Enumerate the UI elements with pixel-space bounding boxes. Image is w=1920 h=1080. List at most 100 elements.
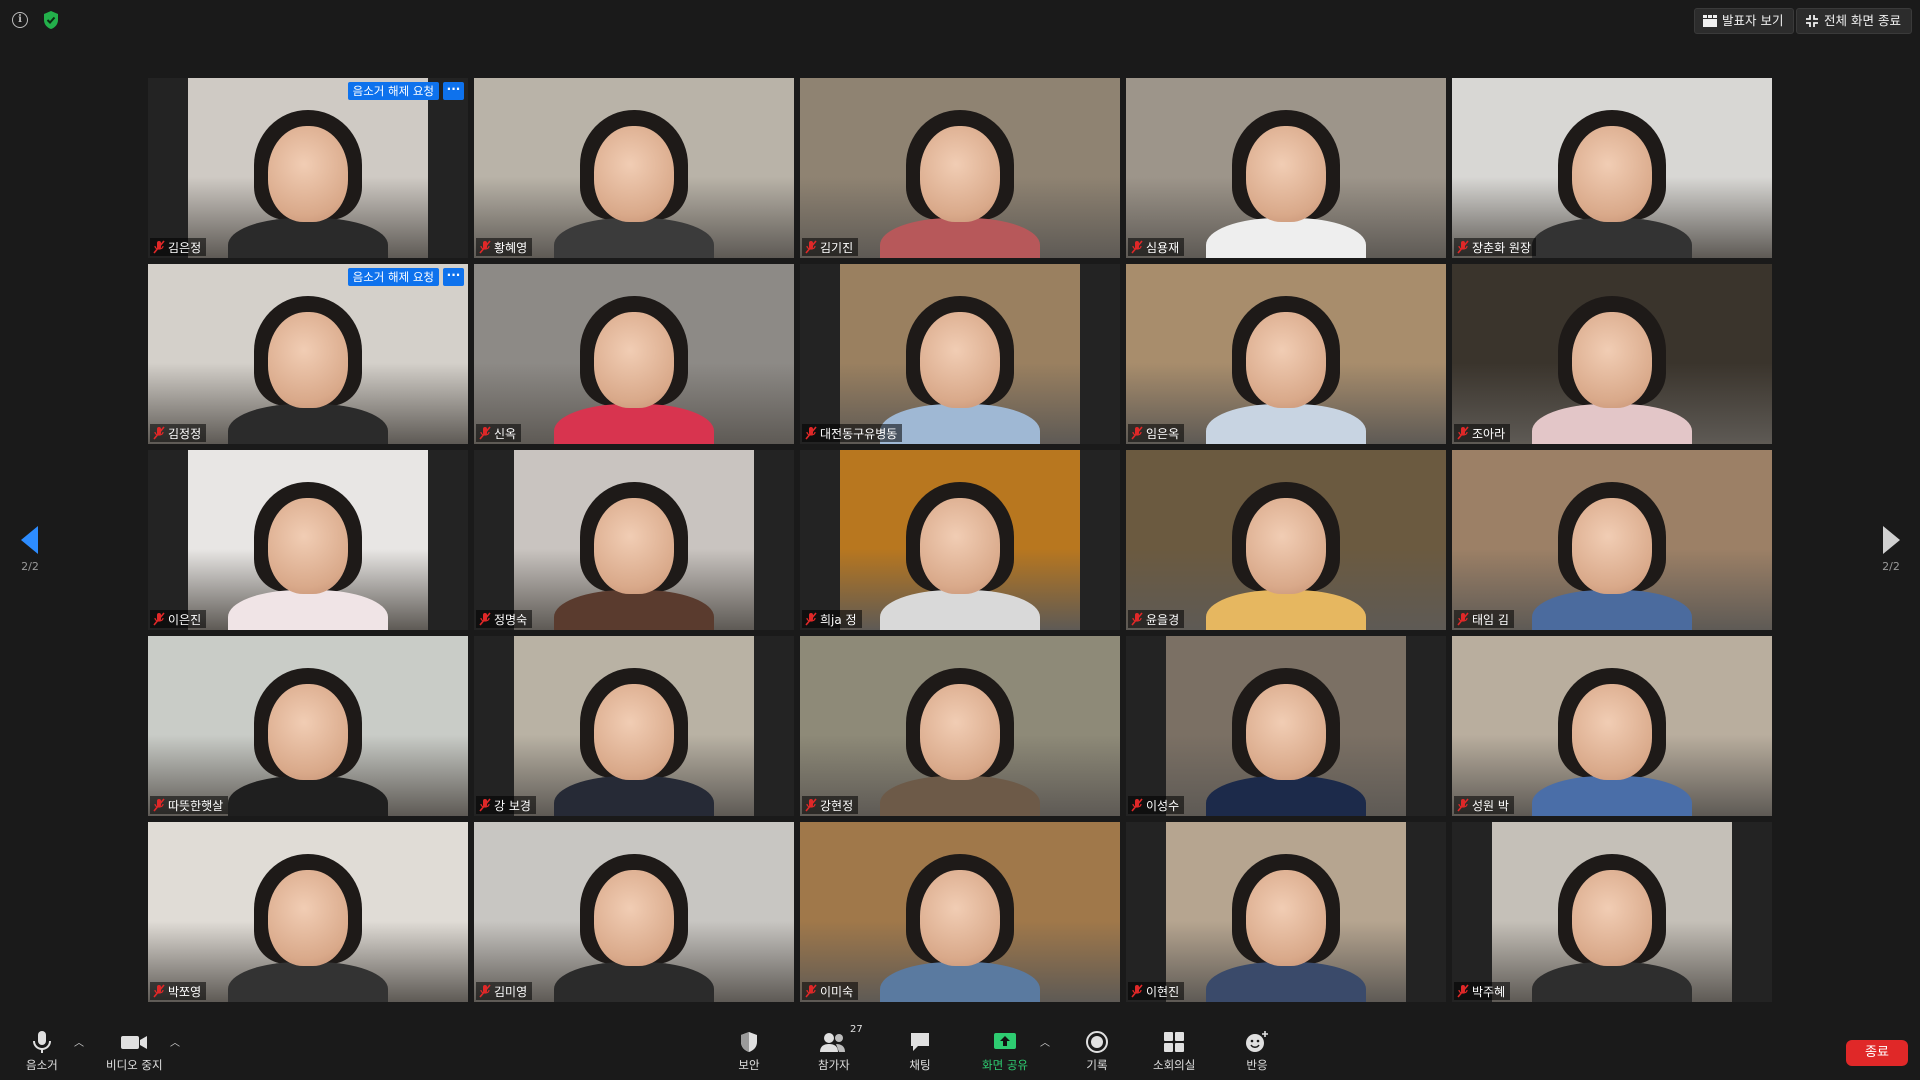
- participant-tile[interactable]: 강 보경: [474, 636, 794, 816]
- person-body: [1532, 962, 1692, 1002]
- participant-tile[interactable]: 김기진: [800, 78, 1120, 258]
- participant-tile[interactable]: 윤을경: [1126, 450, 1446, 630]
- participant-name: 이미숙: [820, 984, 854, 999]
- participant-tile[interactable]: 조아라: [1452, 264, 1772, 444]
- participant-tile[interactable]: 김미영: [474, 822, 794, 1002]
- participant-tile[interactable]: 김은정 음소거 해제 요청 ···: [148, 78, 468, 258]
- record-icon: [1086, 1031, 1108, 1053]
- participant-name: 김은정: [168, 240, 202, 255]
- end-meeting-button[interactable]: 종료: [1846, 1040, 1908, 1066]
- participant-tile[interactable]: 장춘화 원장: [1452, 78, 1772, 258]
- participant-name-label: 황혜영: [476, 238, 533, 256]
- chat-button[interactable]: 채팅: [908, 1030, 932, 1076]
- share-options-caret[interactable]: ︿: [1040, 1034, 1050, 1049]
- participant-video: [1126, 78, 1446, 258]
- participant-tile[interactable]: 황혜영: [474, 78, 794, 258]
- person-body: [1532, 776, 1692, 816]
- more-options-button[interactable]: ···: [443, 82, 464, 100]
- exit-fullscreen-button[interactable]: 전체 화면 종료: [1796, 8, 1912, 34]
- participant-tile[interactable]: 태임 김: [1452, 450, 1772, 630]
- participant-tile[interactable]: 이현진: [1126, 822, 1446, 1002]
- participant-name: 김정정: [168, 426, 202, 441]
- person-body: [880, 776, 1040, 816]
- participant-tile[interactable]: 신옥: [474, 264, 794, 444]
- mic-muted-icon: [153, 426, 165, 440]
- participant-video: [474, 78, 794, 258]
- participant-name-label: 신옥: [476, 424, 522, 442]
- person-body: [1532, 590, 1692, 630]
- participant-tile[interactable]: 대전동구유병동: [800, 264, 1120, 444]
- participant-name: 심용재: [1146, 240, 1180, 255]
- next-page-nav[interactable]: 2/2: [1871, 526, 1911, 573]
- security-button[interactable]: 보안: [738, 1030, 760, 1076]
- record-button[interactable]: 기록: [1085, 1030, 1109, 1076]
- participant-tile[interactable]: 이성수: [1126, 636, 1446, 816]
- participant-name: 임은옥: [1146, 426, 1180, 441]
- participant-name: 정명숙: [494, 612, 528, 627]
- participant-tile[interactable]: 임은옥: [1126, 264, 1446, 444]
- speaker-view-button[interactable]: 발표자 보기: [1694, 8, 1795, 34]
- mic-muted-icon: [1457, 984, 1469, 998]
- mic-muted-icon: [153, 984, 165, 998]
- participant-name: 이은진: [168, 612, 202, 627]
- stop-video-button[interactable]: 비디오 중지: [106, 1030, 163, 1076]
- person-face: [268, 126, 348, 222]
- video-options-caret[interactable]: ︿: [170, 1034, 180, 1049]
- person-body: [554, 218, 714, 258]
- mic-muted-icon: [1131, 240, 1143, 254]
- participants-button[interactable]: 참가자: [818, 1030, 850, 1076]
- mute-button[interactable]: 음소거: [26, 1030, 58, 1076]
- mic-muted-icon: [1457, 426, 1469, 440]
- participant-video: [800, 636, 1120, 816]
- participant-tile[interactable]: 강현정: [800, 636, 1120, 816]
- participant-name-label: 김은정: [150, 238, 207, 256]
- person-face: [920, 312, 1000, 408]
- unmute-request-badge[interactable]: 음소거 해제 요청: [347, 82, 439, 100]
- reactions-button[interactable]: 반응: [1244, 1030, 1270, 1076]
- participant-video: [1166, 822, 1406, 1002]
- participant-tile[interactable]: 성원 박: [1452, 636, 1772, 816]
- info-icon[interactable]: i: [12, 12, 28, 28]
- previous-page-nav[interactable]: 2/2: [10, 526, 50, 573]
- left-arrow-icon[interactable]: [21, 526, 39, 554]
- person-face: [920, 126, 1000, 222]
- breakout-rooms-button[interactable]: 소회의실: [1153, 1030, 1195, 1076]
- mic-muted-icon: [1131, 798, 1143, 812]
- breakout-rooms-icon: [1164, 1032, 1185, 1052]
- participant-tile[interactable]: 박쪼영: [148, 822, 468, 1002]
- participant-name-label: 박주혜: [1454, 982, 1511, 1000]
- encryption-shield-icon[interactable]: [42, 10, 60, 30]
- participant-name: 태임 김: [1472, 612, 1509, 627]
- participant-tile[interactable]: 정명숙: [474, 450, 794, 630]
- share-screen-button[interactable]: 화면 공유: [982, 1030, 1028, 1076]
- breakout-rooms-label: 소회의실: [1153, 1058, 1196, 1072]
- participant-video: [148, 264, 468, 444]
- participant-tile[interactable]: 박주혜: [1452, 822, 1772, 1002]
- person-face: [1246, 870, 1326, 966]
- participant-tile[interactable]: 김정정 음소거 해제 요청 ···: [148, 264, 468, 444]
- person-body: [1206, 590, 1366, 630]
- person-face: [594, 684, 674, 780]
- participant-tile[interactable]: 희ja 정: [800, 450, 1120, 630]
- audio-options-caret[interactable]: ︿: [74, 1034, 84, 1049]
- participant-tile[interactable]: 따뜻한햇살: [148, 636, 468, 816]
- more-options-button[interactable]: ···: [443, 268, 464, 286]
- participant-name-label: 강현정: [802, 796, 859, 814]
- mic-muted-icon: [1131, 984, 1143, 998]
- participant-video: [840, 450, 1080, 630]
- participant-video: [1126, 264, 1446, 444]
- person-face: [1246, 498, 1326, 594]
- participant-tile[interactable]: 이미숙: [800, 822, 1120, 1002]
- unmute-request-badge[interactable]: 음소거 해제 요청: [347, 268, 439, 286]
- participant-tile[interactable]: 심용재: [1126, 78, 1446, 258]
- participant-video: [474, 264, 794, 444]
- person-body: [554, 404, 714, 444]
- participant-name: 김미영: [494, 984, 528, 999]
- right-arrow-icon[interactable]: [1882, 526, 1900, 554]
- person-body: [554, 776, 714, 816]
- person-face: [268, 498, 348, 594]
- person-face: [594, 126, 674, 222]
- participant-tile[interactable]: 이은진: [148, 450, 468, 630]
- participant-name-label: 심용재: [1128, 238, 1185, 256]
- mic-muted-icon: [1131, 612, 1143, 626]
